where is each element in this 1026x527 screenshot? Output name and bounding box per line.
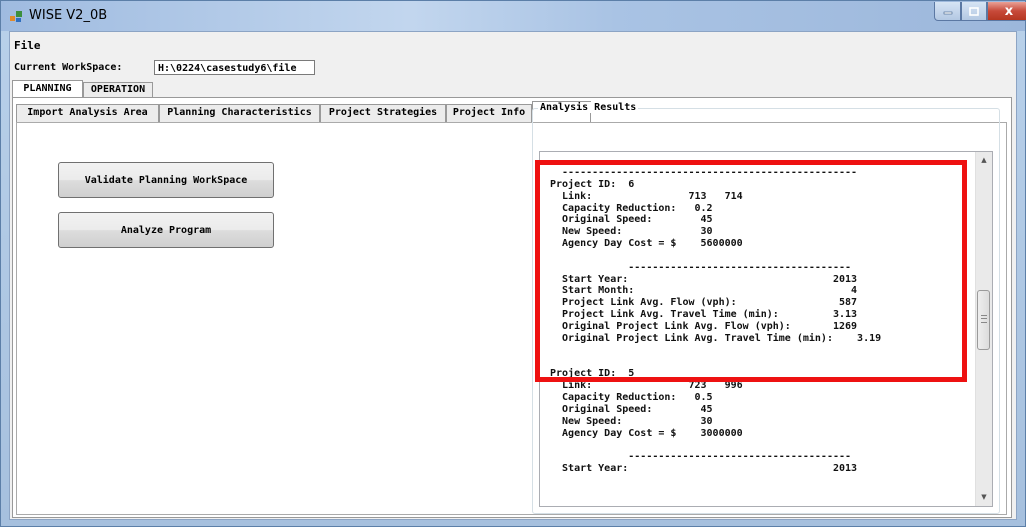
tab-project-strategies[interactable]: Project Strategies [320, 104, 446, 122]
results-line: Start Year: 2013 [550, 463, 858, 475]
close-icon: x [1004, 3, 1014, 19]
vertical-scrollbar[interactable]: ▲ ▼ [975, 152, 992, 506]
scroll-up-arrow-icon[interactable]: ▲ [976, 152, 992, 169]
minimize-icon [943, 11, 952, 15]
results-line: Agency Day Cost = $ 3000000 [550, 427, 743, 439]
tab-planning[interactable]: PLANNING [12, 80, 83, 98]
analysis-results-title: Analysis Results [538, 102, 639, 113]
scroll-down-arrow-icon[interactable]: ▼ [976, 489, 992, 506]
workspace-label: Current WorkSpace: [14, 62, 123, 73]
menu-file[interactable]: File [14, 39, 41, 52]
app-window: WISE V2_0B x File Current WorkSpace: H:\… [0, 0, 1026, 527]
validate-workspace-button[interactable]: Validate Planning WorkSpace [58, 162, 274, 198]
minimize-button[interactable] [934, 2, 961, 21]
results-line: Original Speed: 45 [550, 403, 713, 415]
close-button[interactable]: x [987, 2, 1026, 21]
maximize-icon [969, 6, 979, 16]
analyze-program-button[interactable]: Analyze Program [58, 212, 274, 248]
tab-import-analysis-area[interactable]: Import Analysis Area [16, 104, 159, 122]
scrollbar-thumb[interactable] [977, 290, 990, 350]
maximize-button[interactable] [961, 2, 987, 21]
tab-operation[interactable]: OPERATION [83, 82, 153, 97]
tab-project-info[interactable]: Project Info [446, 104, 532, 122]
grip-icon [981, 315, 987, 323]
window-title: WISE V2_0B [29, 8, 108, 23]
app-icon [10, 11, 22, 22]
title-bar[interactable]: WISE V2_0B x [1, 1, 1026, 31]
red-highlight-box [535, 160, 967, 382]
results-line: Capacity Reduction: 0.5 [550, 392, 713, 404]
tab-planning-characteristics[interactable]: Planning Characteristics [159, 104, 320, 122]
workspace-path-field[interactable]: H:\0224\casestudy6\file [154, 60, 315, 75]
results-line: New Speed: 30 [550, 415, 713, 427]
results-line: ------------------------------------- [550, 451, 852, 463]
